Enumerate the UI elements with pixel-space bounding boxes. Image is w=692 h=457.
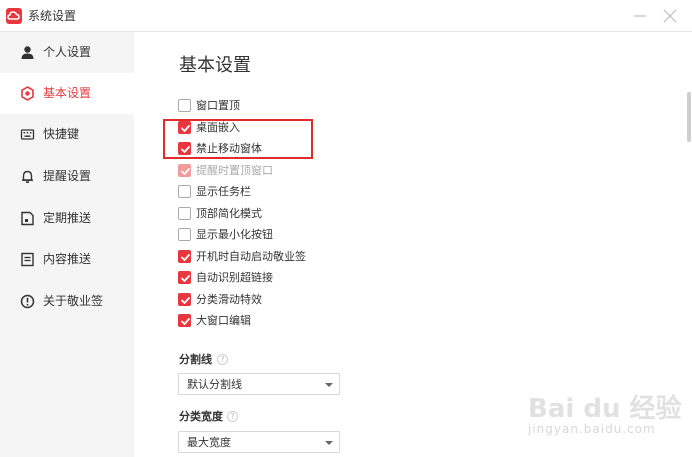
category-width-select[interactable]: 最大宽度 — [178, 431, 340, 453]
checkbox-unchecked-icon — [178, 99, 191, 112]
sidebar-item-reminder[interactable]: 提醒设置 — [0, 156, 134, 197]
scrollbar[interactable] — [687, 92, 691, 142]
divider-select-value: 默认分割线 — [187, 378, 242, 391]
user-icon — [20, 45, 35, 60]
cloud-logo-icon — [6, 8, 22, 24]
checkbox-label: 自动识别超链接 — [196, 271, 273, 284]
watermark-url: jingyan.baidu.com — [528, 422, 656, 436]
keyboard-icon — [20, 127, 35, 142]
window-title: 系统设置 — [28, 9, 77, 23]
highlight-annotation — [163, 119, 313, 159]
sidebar-item-basic[interactable]: 基本设置 — [0, 73, 134, 114]
page-title: 基本设置 — [179, 55, 251, 76]
category-width-select-value: 最大宽度 — [187, 436, 231, 449]
sidebar-item-shortcuts[interactable]: 快捷键 — [0, 114, 134, 155]
chevron-down-icon — [325, 441, 333, 445]
checkbox-checked-icon — [178, 314, 191, 327]
checkbox-checked-icon — [178, 292, 191, 306]
checkbox-label: 提醒时置顶窗口 — [196, 163, 273, 177]
checkbox-label: 大窗口编辑 — [196, 314, 251, 327]
checkbox-label: 开机时自动启动敬业签 — [196, 249, 306, 263]
document-icon — [20, 252, 35, 267]
sidebar-item-label: 个人设置 — [43, 45, 92, 59]
info-icon — [20, 294, 35, 309]
sidebar-item-content-push[interactable]: 内容推送 — [0, 239, 134, 280]
checkbox-checked-icon — [178, 163, 191, 177]
watermark-logo-text: Bai du 经验 — [528, 394, 682, 424]
sidebar-item-scheduled-push[interactable]: 定期推送 — [0, 198, 134, 239]
sidebar-item-label: 关于敬业签 — [43, 294, 104, 308]
calendar-icon — [20, 211, 35, 226]
sidebar-item-label: 定期推送 — [43, 211, 92, 225]
checkbox-unchecked-icon — [178, 185, 191, 198]
checkbox-label: 顶部简化模式 — [196, 206, 262, 220]
checkbox-label: 分类滑动特效 — [196, 292, 262, 306]
watermark: Bai du 经验 jingyan.baidu.com — [528, 388, 688, 448]
help-icon[interactable]: ? — [217, 354, 228, 365]
sidebar-item-personal[interactable]: 个人设置 — [0, 32, 134, 73]
sidebar-item-about[interactable]: 关于敬业签 — [0, 281, 134, 322]
checkbox-unchecked-icon — [178, 228, 191, 241]
minimize-button[interactable] — [630, 6, 650, 26]
checkbox-checked-icon — [178, 271, 191, 284]
chevron-down-icon — [325, 383, 333, 387]
settings-icon — [20, 86, 35, 101]
sidebar-item-label: 快捷键 — [43, 127, 80, 141]
checkbox-label: 窗口置顶 — [196, 99, 240, 112]
help-icon[interactable]: ? — [227, 411, 238, 422]
category-width-label: 分类宽度 — [179, 410, 223, 423]
bell-icon — [20, 169, 35, 184]
title-bar: 系统设置 — [0, 0, 692, 32]
sidebar-item-label: 内容推送 — [43, 252, 92, 266]
checkbox-checked-icon — [178, 249, 191, 263]
checkbox-unchecked-icon — [178, 206, 191, 220]
divider-label: 分割线 — [179, 353, 212, 366]
sidebar-item-label: 提醒设置 — [43, 169, 92, 183]
sidebar: 个人设置 基本设置 快捷键 提醒设置 定期推送 内容推送 关于敬业签 — [0, 32, 134, 457]
sidebar-item-label: 基本设置 — [43, 86, 92, 100]
divider-select[interactable]: 默认分割线 — [178, 373, 340, 395]
checkbox-label: 显示最小化按钮 — [196, 228, 273, 241]
checkbox-label: 显示任务栏 — [196, 185, 251, 198]
close-button[interactable] — [660, 6, 680, 26]
